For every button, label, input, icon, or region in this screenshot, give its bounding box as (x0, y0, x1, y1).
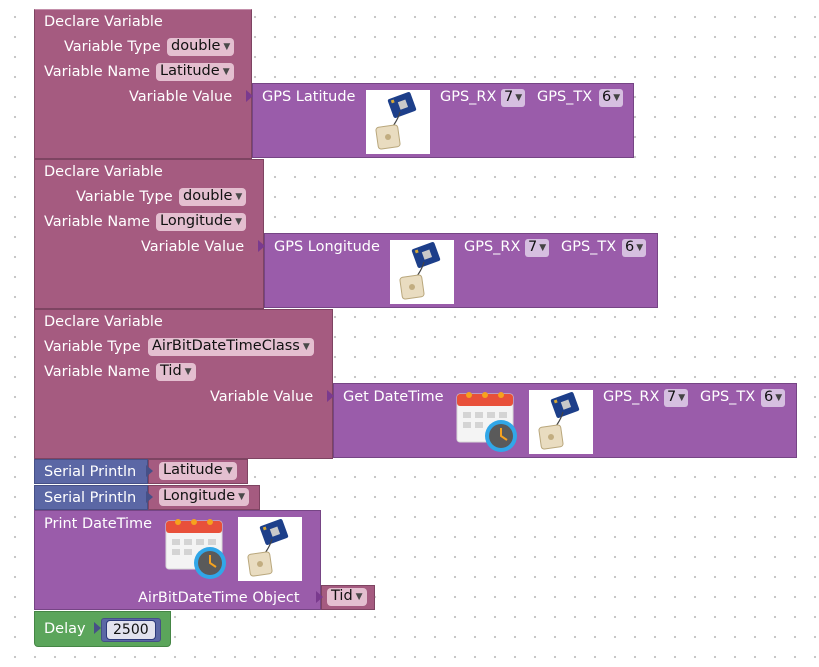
dropdown-arrow-icon: ▼ (302, 342, 310, 352)
gps-rx-label: GPS_RX (603, 389, 660, 405)
block-title: Declare Variable (44, 314, 163, 330)
datetime-object-label: AirBitDateTime Object (138, 590, 300, 606)
variable-type-dropdown[interactable]: double ▼ (179, 188, 247, 206)
dropdown-arrow-icon: ▼ (636, 243, 644, 253)
delay-ms-input[interactable]: 2500 (106, 620, 156, 640)
variable-type-label: Variable Type (64, 39, 161, 55)
declare-variable-block-longitude[interactable]: Declare Variable Variable Type double ▼ V… (34, 159, 264, 309)
gps-module-icon (366, 90, 430, 154)
delay-label: Delay (44, 621, 86, 637)
gps-rx-dropdown[interactable]: 7 ▼ (664, 389, 689, 407)
gps-tx-label: GPS_TX (537, 89, 593, 105)
variable-dropdown[interactable]: Latitude ▼ (159, 462, 237, 480)
calendar-clock-icon (163, 515, 229, 581)
value-connector (258, 240, 265, 252)
gps-rx-label: GPS_RX (464, 239, 521, 255)
variable-name-label: Variable Name (44, 64, 151, 80)
gps-tx-label: GPS_TX (561, 239, 617, 255)
dropdown-arrow-icon: ▼ (515, 93, 523, 103)
variable-dropdown[interactable]: Tid ▼ (327, 588, 367, 606)
variable-getter-block[interactable]: Latitude ▼ (148, 459, 248, 484)
gps-rx-label: GPS_RX (440, 89, 497, 105)
dropdown-arrow-icon: ▼ (235, 192, 243, 202)
variable-getter-block[interactable]: Longitude ▼ (148, 485, 260, 510)
gps-latitude-block[interactable]: GPS Latitude GPS_RX 7 ▼ GPS_TX 6 ▼ (252, 83, 634, 158)
variable-type-label: Variable Type (44, 339, 141, 355)
dropdown-arrow-icon: ▼ (775, 393, 783, 403)
variable-name-label: Variable Name (44, 364, 151, 380)
gps-tx-label: GPS_TX (700, 389, 756, 405)
print-datetime-block[interactable]: Print DateTime AirBitDateTime Object (34, 510, 321, 610)
block-title: Declare Variable (44, 164, 163, 180)
serial-println-label: Serial Println (44, 464, 137, 480)
dropdown-arrow-icon: ▼ (184, 367, 192, 377)
variable-name-label: Variable Name (44, 214, 151, 230)
variable-dropdown[interactable]: Longitude ▼ (159, 488, 250, 506)
declare-variable-block-tid[interactable]: Declare Variable Variable Type AirBitDat… (34, 309, 333, 459)
gps-module-icon (238, 517, 302, 581)
dropdown-arrow-icon: ▼ (223, 42, 231, 52)
print-datetime-label: Print DateTime (44, 516, 153, 532)
get-datetime-label: Get DateTime (343, 389, 444, 405)
dropdown-arrow-icon: ▼ (678, 393, 686, 403)
gps-rx-dropdown[interactable]: 7 ▼ (525, 239, 550, 257)
delay-block[interactable]: Delay 2500 (34, 611, 171, 647)
gps-tx-dropdown[interactable]: 6 ▼ (599, 89, 624, 107)
dropdown-arrow-icon: ▼ (613, 93, 621, 103)
variable-value-label: Variable Value (210, 389, 314, 405)
variable-getter-block[interactable]: Tid ▼ (321, 585, 375, 610)
serial-println-block-longitude[interactable]: Serial Println (34, 485, 148, 510)
value-connector (146, 465, 153, 477)
value-connector (246, 90, 253, 102)
calendar-clock-icon (455, 388, 519, 454)
dropdown-arrow-icon: ▼ (238, 492, 246, 502)
variable-type-label: Variable Type (76, 189, 173, 205)
serial-println-block-latitude[interactable]: Serial Println (34, 459, 148, 484)
dropdown-arrow-icon: ▼ (222, 67, 230, 77)
gps-latitude-label: GPS Latitude (262, 89, 356, 105)
block-title: Declare Variable (44, 14, 163, 30)
gps-longitude-block[interactable]: GPS Longitude GPS_RX 7 ▼ GPS_TX 6 ▼ (264, 233, 658, 308)
number-block[interactable]: 2500 (101, 618, 161, 642)
gps-module-icon (529, 390, 593, 454)
value-connector (316, 591, 323, 603)
value-connector (146, 491, 153, 503)
variable-value-label: Variable Value (141, 239, 245, 255)
dropdown-arrow-icon: ▼ (235, 217, 243, 227)
serial-println-label: Serial Println (44, 490, 137, 506)
declare-variable-block-latitude[interactable]: Declare Variable Variable Type double ▼ V… (34, 9, 252, 159)
gps-tx-dropdown[interactable]: 6 ▼ (622, 239, 647, 257)
value-connector (327, 390, 334, 402)
gps-tx-dropdown[interactable]: 6 ▼ (761, 389, 786, 407)
gps-longitude-label: GPS Longitude (274, 239, 380, 255)
variable-type-dropdown[interactable]: AirBitDateTimeClass ▼ (148, 338, 314, 356)
value-connector (94, 622, 101, 634)
variable-type-dropdown[interactable]: double ▼ (167, 38, 235, 56)
gps-rx-dropdown[interactable]: 7 ▼ (501, 89, 526, 107)
get-datetime-block[interactable]: Get DateTime GPS_RX 7 ▼ GPS_TX 6 ▼ (333, 383, 797, 458)
gps-module-icon (390, 240, 454, 304)
dropdown-arrow-icon: ▼ (539, 243, 547, 253)
variable-name-dropdown[interactable]: Latitude ▼ (156, 63, 234, 81)
variable-value-label: Variable Value (129, 89, 233, 105)
dropdown-arrow-icon: ▼ (225, 466, 233, 476)
variable-name-dropdown[interactable]: Tid ▼ (156, 363, 196, 381)
dropdown-arrow-icon: ▼ (355, 592, 363, 602)
variable-name-dropdown[interactable]: Longitude ▼ (156, 213, 247, 231)
